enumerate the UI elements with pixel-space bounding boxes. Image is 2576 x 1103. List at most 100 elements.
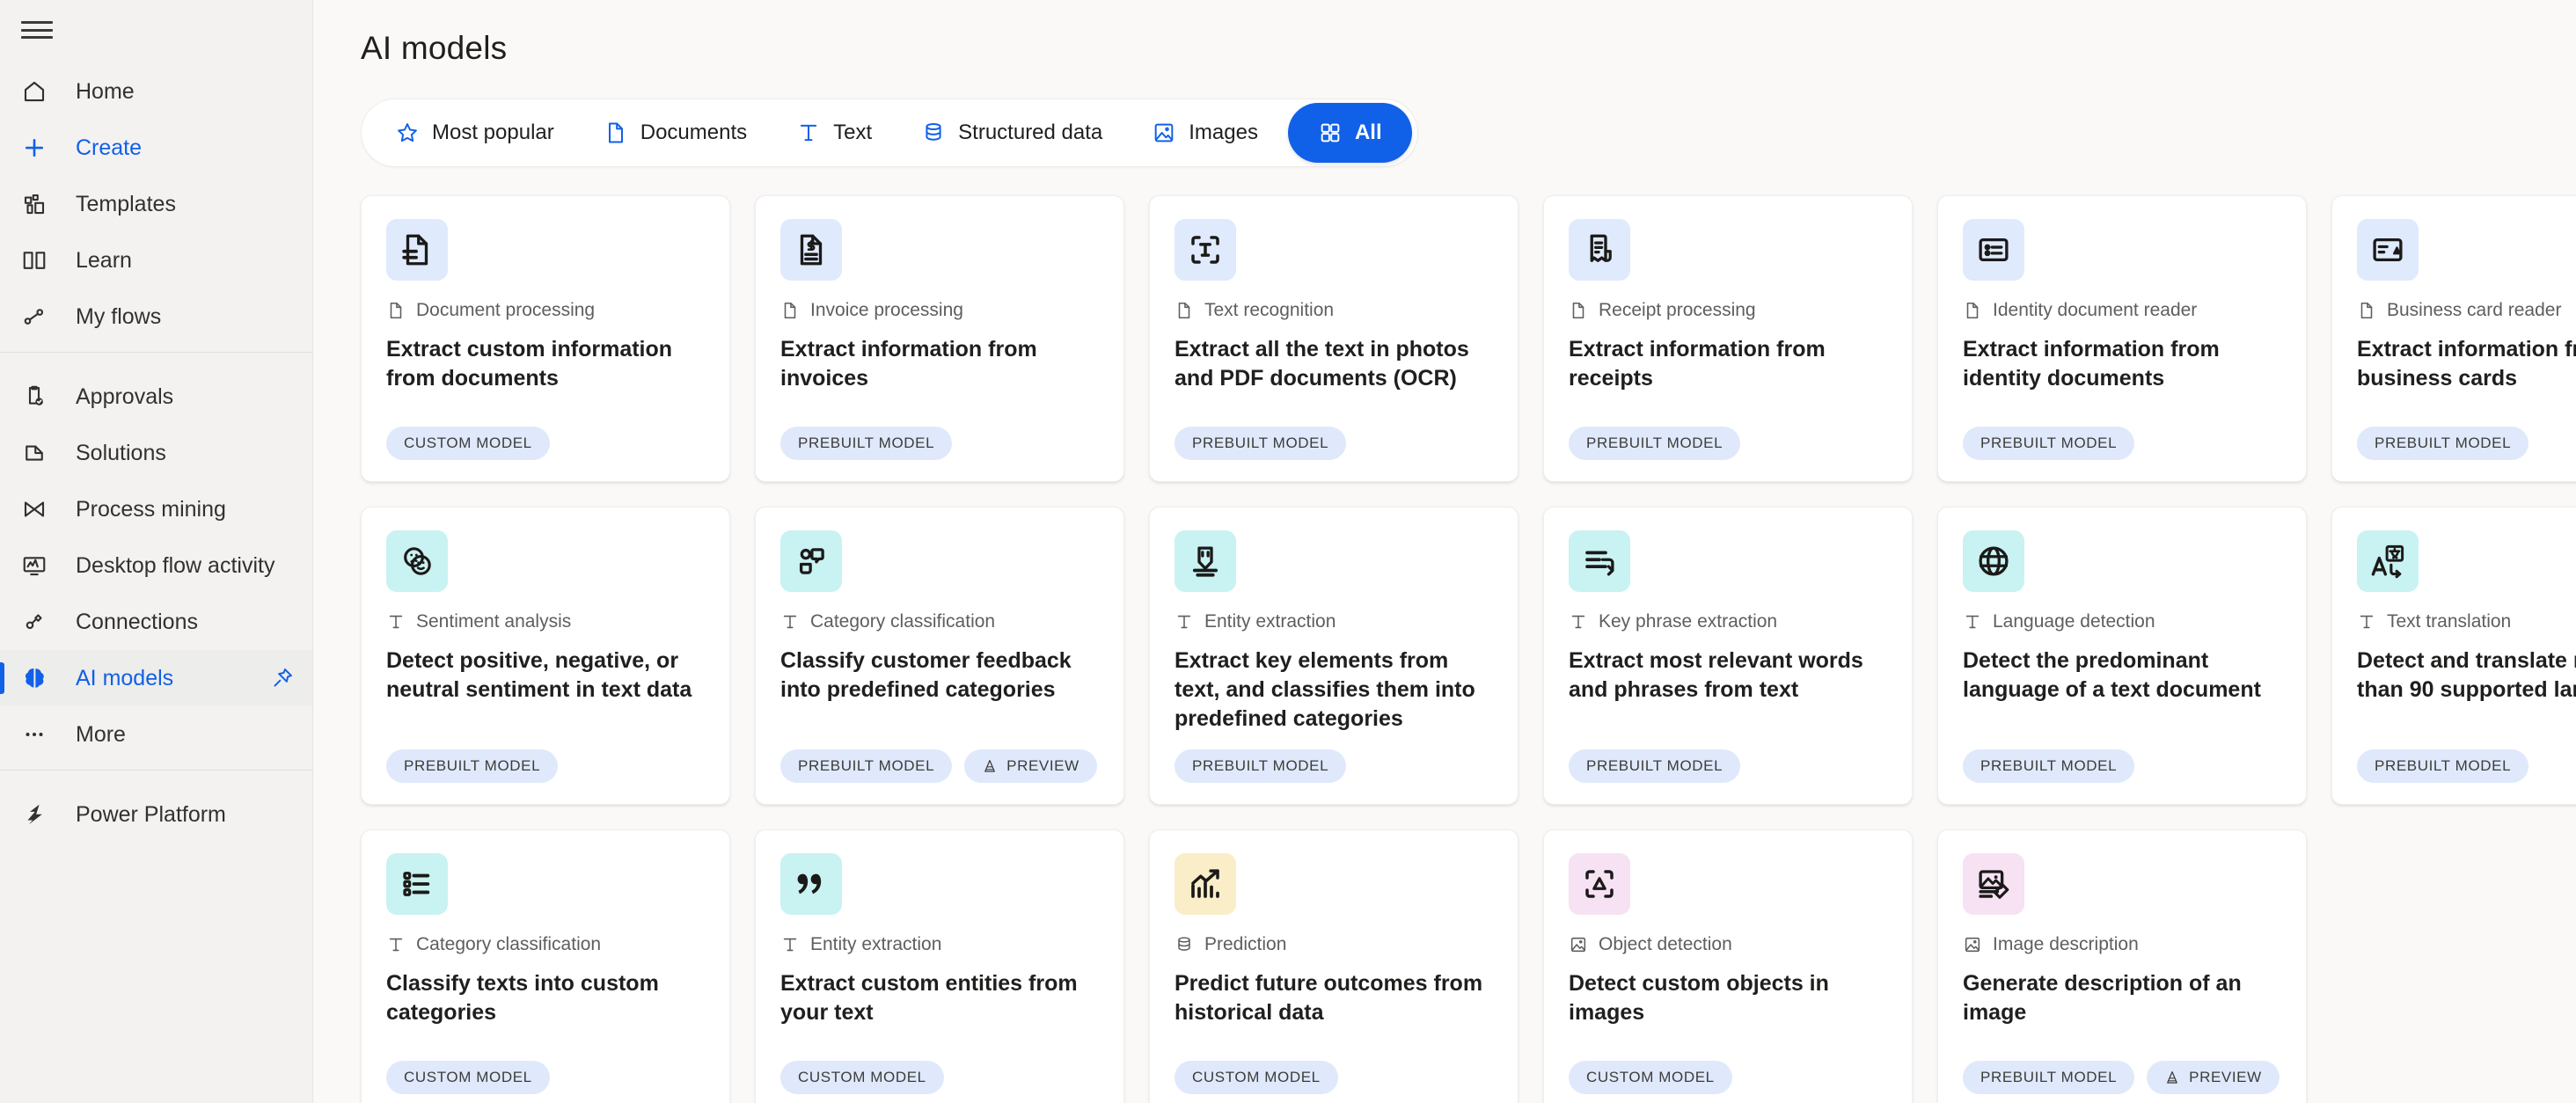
model-card[interactable]: Receipt processing Extract information fr… [1543,195,1913,482]
model-card[interactable]: Prediction Predict future outcomes from h… [1149,829,1519,1103]
model-card[interactable]: Text recognition Extract all the text in … [1149,195,1519,482]
sidebar-item-label: Home [76,78,135,104]
sidebar-item-label: Solutions [76,440,166,465]
plus-icon [21,135,62,161]
sidebar-item-ai-models[interactable]: AI models [0,650,312,706]
sidebar-item-process-mining[interactable]: Process mining [0,481,312,537]
ai-brain-icon [21,665,62,691]
status-badge-label: CUSTOM MODEL [1586,1069,1715,1085]
model-card-description: Detect custom objects in images [1569,971,1829,1025]
model-card[interactable]: Key phrase extraction Extract most releva… [1543,507,1913,805]
text-t-icon [386,612,406,632]
key-phrase-icon [1569,530,1630,592]
sidebar-item-connections[interactable]: Connections [0,594,312,650]
model-card[interactable]: Entity extraction Extract custom entities… [755,829,1124,1103]
model-card[interactable]: Image description Generate description of… [1937,829,2307,1103]
model-card-category-label: Document processing [416,300,596,320]
filter-tab-all[interactable]: All [1287,103,1412,163]
sidebar-item-label: More [76,721,126,747]
model-card-description: Classify texts into custom categories [386,971,659,1025]
sidebar-item-templates[interactable]: Templates [0,176,312,232]
sidebar-item-create[interactable]: Create [0,120,312,176]
sidebar-item-learn[interactable]: Learn [0,232,312,289]
sidebar-item-power-platform[interactable]: Power Platform [0,786,312,843]
model-card[interactable]: Entity extraction Extract key elements fr… [1149,507,1519,805]
hamburger-menu-icon[interactable] [21,18,53,41]
sidebar-item-desktop-flow-activity[interactable]: Desktop flow activity [0,537,312,594]
status-badge: PREBUILT MODEL [2357,427,2529,460]
filter-tab-label: All [1354,121,1382,144]
globe-icon [1963,530,2024,592]
model-card-description: Extract information from receipts [1569,337,1826,391]
model-card[interactable]: Language detection Detect the predominant… [1937,507,2307,805]
status-badge-label: PREBUILT MODEL [1980,435,2118,451]
text-t-icon [1963,612,1982,632]
filter-tab-text[interactable]: Text [772,106,896,160]
model-card-badges: PREBUILT MODEL [1175,427,1493,460]
model-card[interactable]: Document processing Extract custom inform… [361,195,730,482]
sidebar-item-solutions[interactable]: Solutions [0,425,312,481]
status-badge-label: CUSTOM MODEL [404,435,532,451]
sidebar-item-my-flows[interactable]: My flows [0,289,312,345]
document-extract-icon [386,219,448,281]
preview-cone-icon [982,758,998,774]
image-icon [1152,121,1176,145]
model-card[interactable]: Category classification Classify customer… [755,507,1124,805]
business-card-icon [2357,219,2419,281]
status-badge: PREBUILT MODEL [1569,749,1741,783]
approvals-icon [21,383,62,410]
status-badge: PREBUILT MODEL [2357,749,2529,783]
status-badge-label: PREBUILT MODEL [1192,435,1329,451]
status-badge-label: PREBUILT MODEL [1980,1069,2118,1085]
model-card[interactable]: Sentiment analysis Detect positive, negat… [361,507,730,805]
model-card-badges: CUSTOM MODEL [1569,1061,1887,1094]
model-card-category-label: Business card reader [2387,300,2562,320]
status-badge-label: CUSTOM MODEL [1192,1069,1321,1085]
sidebar-item-home[interactable]: Home [0,63,312,120]
trending-chart-icon [1175,853,1236,915]
power-platform-icon [21,801,62,828]
model-card-description: Generate description of an image [1963,971,2242,1025]
status-badge: PREBUILT MODEL [1569,427,1741,460]
image-icon [1569,935,1588,954]
sidebar-item-more[interactable]: More [0,706,312,763]
model-card-description: Extract custom entities from your text [780,971,1078,1025]
model-card-category-label: Sentiment analysis [416,611,572,632]
model-card-badges: PREBUILT MODEL [1175,749,1493,783]
status-badge: CUSTOM MODEL [1175,1061,1338,1094]
model-card[interactable]: Identity document reader Extract informat… [1937,195,2307,482]
sentiment-faces-icon [386,530,448,592]
sidebar-item-label: Learn [76,247,132,273]
model-card[interactable]: Object detection Detect custom objects in… [1543,829,1913,1103]
model-card-category: Sentiment analysis [386,611,705,632]
filter-tab-documents[interactable]: Documents [579,106,772,160]
model-card-category-label: Category classification [810,611,996,632]
filter-tab-most-popular[interactable]: Most popular [370,106,579,160]
model-card[interactable]: Category classification Classify texts in… [361,829,730,1103]
model-card[interactable]: Business card reader Extract information … [2331,195,2576,482]
status-badge-label: PREBUILT MODEL [798,435,935,451]
status-badge-label: PREBUILT MODEL [1586,435,1723,451]
model-card-category: Object detection [1569,934,1887,955]
model-card-badges: CUSTOM MODEL [386,427,705,460]
pin-icon[interactable] [270,666,295,690]
filter-tab-images[interactable]: Images [1127,106,1283,160]
sidebar-item-approvals[interactable]: Approvals [0,369,312,425]
filter-tab-label: Images [1189,121,1258,144]
desktop-flow-icon [21,552,62,579]
model-card-category-label: Category classification [416,934,602,954]
model-card[interactable]: Invoice processing Extract information fr… [755,195,1124,482]
filter-tabbar: Most popular Documents Text Structured data… [361,99,1418,167]
status-badge-label: PREBUILT MODEL [1586,757,1723,774]
book-icon [21,247,62,274]
sidebar-group: Approvals Solutions Process mining Desktop … [0,360,312,763]
sidebar-group: Home Create Templates Learn My flows [0,55,312,345]
filter-tab-structured-data[interactable]: Structured data [896,106,1127,160]
sidebar-item-label: My flows [76,303,162,329]
model-card[interactable]: Text translation Detect and translate mor… [2331,507,2576,805]
status-badge: CUSTOM MODEL [386,427,550,460]
model-card-badges: PREBUILT MODEL [1569,749,1887,783]
model-card-category: Document processing [386,300,705,321]
connections-icon [21,609,62,635]
status-badge: PREBUILT MODEL [780,427,953,460]
